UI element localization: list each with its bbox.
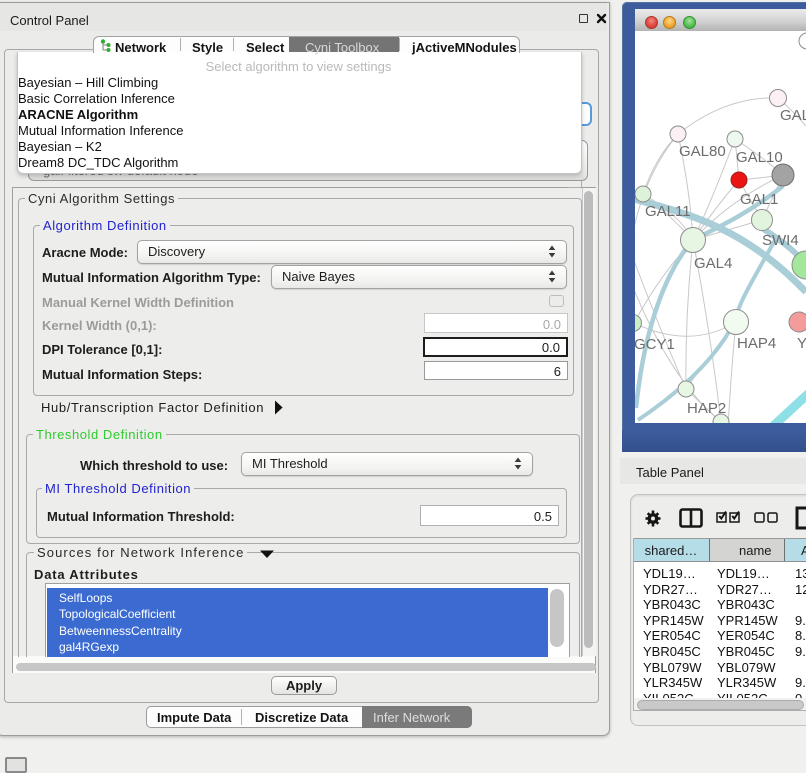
svg-text:GAL11: GAL11 [645,203,691,220]
svg-text:YM: YM [797,335,806,352]
svg-text:GAL7: GAL7 [780,107,806,124]
svg-text:GAL4: GAL4 [694,255,732,272]
svg-text:GAL1: GAL1 [740,191,778,208]
svg-text:GCY1: GCY1 [635,336,675,353]
svg-text:HAP2: HAP2 [687,400,726,417]
svg-text:GAL10: GAL10 [736,149,783,166]
svg-text:SWI4: SWI4 [762,232,799,249]
svg-text:GAL80: GAL80 [679,143,726,160]
svg-text:HAP4: HAP4 [737,335,776,352]
